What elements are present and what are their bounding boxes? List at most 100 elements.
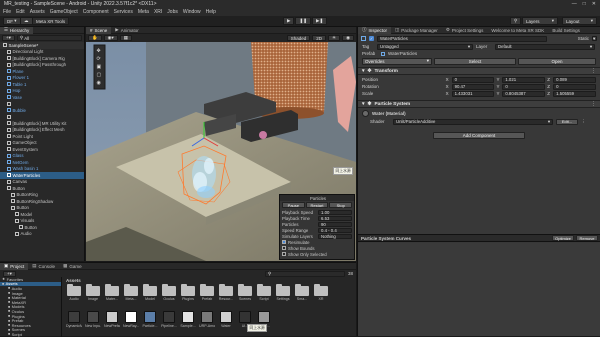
- asset-folder[interactable]: Plugins: [180, 284, 196, 301]
- step-icon[interactable]: ▶❚: [312, 17, 328, 25]
- particles-row-value[interactable]: Nothing: [318, 233, 352, 239]
- remove-button[interactable]: Remove: [576, 235, 598, 241]
- asset-folder[interactable]: Audio: [66, 284, 82, 301]
- project-breadcrumb[interactable]: Assets: [66, 278, 81, 283]
- close-icon[interactable]: ✕: [592, 1, 596, 7]
- curves-area[interactable]: [358, 243, 600, 336]
- transform-x-field[interactable]: 1.433031: [451, 90, 495, 97]
- object-name-field[interactable]: WaterParticles: [377, 35, 547, 42]
- active-checkbox[interactable]: ✓: [369, 36, 374, 41]
- particles-row-value[interactable]: 6.53: [318, 215, 352, 221]
- asset-folder[interactable]: Meta...: [123, 284, 139, 301]
- tab-console[interactable]: ▤ Console: [28, 263, 59, 270]
- component-menu-icon[interactable]: ⋮: [591, 69, 596, 74]
- transform-z-field[interactable]: 0: [553, 83, 597, 90]
- component-menu-icon[interactable]: ⋮: [591, 102, 596, 107]
- menu-gameobject[interactable]: GameObject: [50, 9, 78, 15]
- checkbox[interactable]: [282, 246, 286, 250]
- layers-dropdown[interactable]: Layers ▾: [522, 17, 558, 25]
- transform-z-field[interactable]: 1.505559: [553, 90, 597, 97]
- asset-file[interactable]: NewRay...: [123, 311, 139, 328]
- checkbox[interactable]: [282, 252, 286, 256]
- asset-file[interactable]: New Inpu...: [85, 311, 101, 328]
- menu-file[interactable]: File: [3, 9, 11, 15]
- 2d-toggle[interactable]: 2D: [312, 35, 327, 41]
- pause-button[interactable]: Pause: [282, 202, 305, 208]
- tab-project-settings[interactable]: ⚙ Project Settings: [442, 27, 488, 34]
- transform-tool-icon[interactable]: ◉: [97, 80, 102, 86]
- menu-xri[interactable]: XRI: [154, 9, 162, 15]
- pause-icon[interactable]: ❚❚: [295, 17, 312, 25]
- hand-tool-icon[interactable]: ✋: [88, 35, 102, 41]
- tab-welcome-meta[interactable]: Welcome to Meta XR SDK: [487, 27, 548, 34]
- tag-dropdown[interactable]: Untagged ▾: [377, 43, 473, 50]
- project-search-input[interactable]: ⚲: [264, 270, 345, 277]
- project-tree-item[interactable]: ■ Script: [0, 332, 61, 337]
- asset-file[interactable]: URP-Amo...: [199, 311, 215, 328]
- overrides-dropdown[interactable]: Overrides ▾: [362, 57, 432, 65]
- cloud-icon[interactable]: ☁: [20, 17, 33, 25]
- shader-edit-button[interactable]: Edit...: [556, 118, 578, 125]
- asset-folder[interactable]: Mater...: [104, 284, 120, 301]
- menu-services[interactable]: Services: [114, 9, 133, 15]
- particles-check-row[interactable]: Show Only Selected: [280, 251, 354, 257]
- asset-folder[interactable]: XR: [313, 284, 329, 301]
- hierarchy-item[interactable]: Audio: [0, 231, 84, 238]
- asset-folder[interactable]: Script: [256, 284, 272, 301]
- add-component-button[interactable]: Add Component: [433, 132, 525, 139]
- gizmos-icon[interactable]: ◉: [342, 35, 354, 41]
- menu-meta[interactable]: Meta: [138, 9, 149, 15]
- asset-file[interactable]: DynamicM...: [66, 311, 82, 328]
- tab-inspector[interactable]: ⓘ Inspector: [358, 26, 392, 34]
- transform-z-field[interactable]: 0.089: [553, 76, 597, 83]
- menu-help[interactable]: Help: [206, 9, 216, 15]
- account-button[interactable]: DF ▾: [3, 17, 21, 25]
- tab-build-settings[interactable]: Build Settings: [548, 27, 584, 34]
- tab-scene[interactable]: # Scene: [86, 26, 112, 34]
- meta-xr-tools-button[interactable]: Meta XR Tools: [32, 17, 70, 25]
- asset-file[interactable]: Particle...: [142, 311, 158, 328]
- asset-file[interactable]: Sample...: [180, 311, 196, 328]
- tab-animator[interactable]: ▶ Animator: [111, 27, 142, 34]
- particles-row-value[interactable]: 1.00: [318, 209, 352, 215]
- optimize-button[interactable]: Optimize: [552, 235, 574, 241]
- tab-project[interactable]: ▣ Project: [0, 262, 29, 270]
- particles-row-value[interactable]: 90: [318, 221, 352, 227]
- grid-icon[interactable]: ▦: [119, 35, 133, 41]
- transform-x-field[interactable]: 90.47: [451, 83, 495, 90]
- static-dropdown[interactable]: ▾: [592, 36, 597, 41]
- menu-component[interactable]: Component: [83, 9, 109, 15]
- tab-package-manager[interactable]: ◫ Package Manager: [391, 27, 442, 34]
- asset-file[interactable]: Pipeline...: [161, 311, 177, 328]
- asset-folder[interactable]: Oculus: [161, 284, 177, 301]
- open-button[interactable]: Open: [518, 57, 596, 65]
- menu-assets[interactable]: Assets: [30, 9, 45, 15]
- stop-button[interactable]: Stop: [329, 202, 353, 208]
- maximize-icon[interactable]: □: [583, 1, 586, 7]
- asset-file[interactable]: NewPrefab: [104, 311, 120, 328]
- create-icon[interactable]: +▾: [3, 270, 16, 277]
- menu-window[interactable]: Window: [183, 9, 201, 15]
- select-button[interactable]: Select: [434, 57, 516, 65]
- transform-header[interactable]: ▾ ✥ Transform ⋮: [358, 67, 600, 75]
- shader-dropdown[interactable]: Unlit/ParticleAdditive ▾: [393, 118, 553, 125]
- transform-y-field[interactable]: 0.8045387: [502, 90, 546, 97]
- transform-y-field[interactable]: 0: [502, 83, 546, 90]
- particle-system-header[interactable]: ▾ ✱ Particle System ⋮: [358, 100, 600, 108]
- hierarchy-search-input[interactable]: ⚲ All: [16, 35, 82, 41]
- tab-hierarchy[interactable]: ☰ Hierarchy: [0, 26, 34, 34]
- asset-folder[interactable]: Prefab: [199, 284, 215, 301]
- pivot-dropdown[interactable]: ◉▾: [103, 35, 118, 41]
- scale-tool-icon[interactable]: ▣: [97, 64, 102, 70]
- menu-jobs[interactable]: Jobs: [167, 9, 178, 15]
- checkbox[interactable]: [282, 240, 286, 244]
- asset-folder[interactable]: Model: [142, 284, 158, 301]
- move-tool-icon[interactable]: ✥: [97, 48, 101, 54]
- asset-folder[interactable]: Image: [85, 284, 101, 301]
- transform-x-field[interactable]: 0: [451, 76, 495, 83]
- layer-dropdown[interactable]: Default ▾: [495, 43, 595, 50]
- tab-game[interactable]: ▩ Game: [59, 263, 86, 270]
- layout-dropdown[interactable]: Layout ▾: [562, 17, 597, 25]
- asset-folder[interactable]: Settings: [275, 284, 291, 301]
- menu-edit[interactable]: Edit: [16, 9, 25, 15]
